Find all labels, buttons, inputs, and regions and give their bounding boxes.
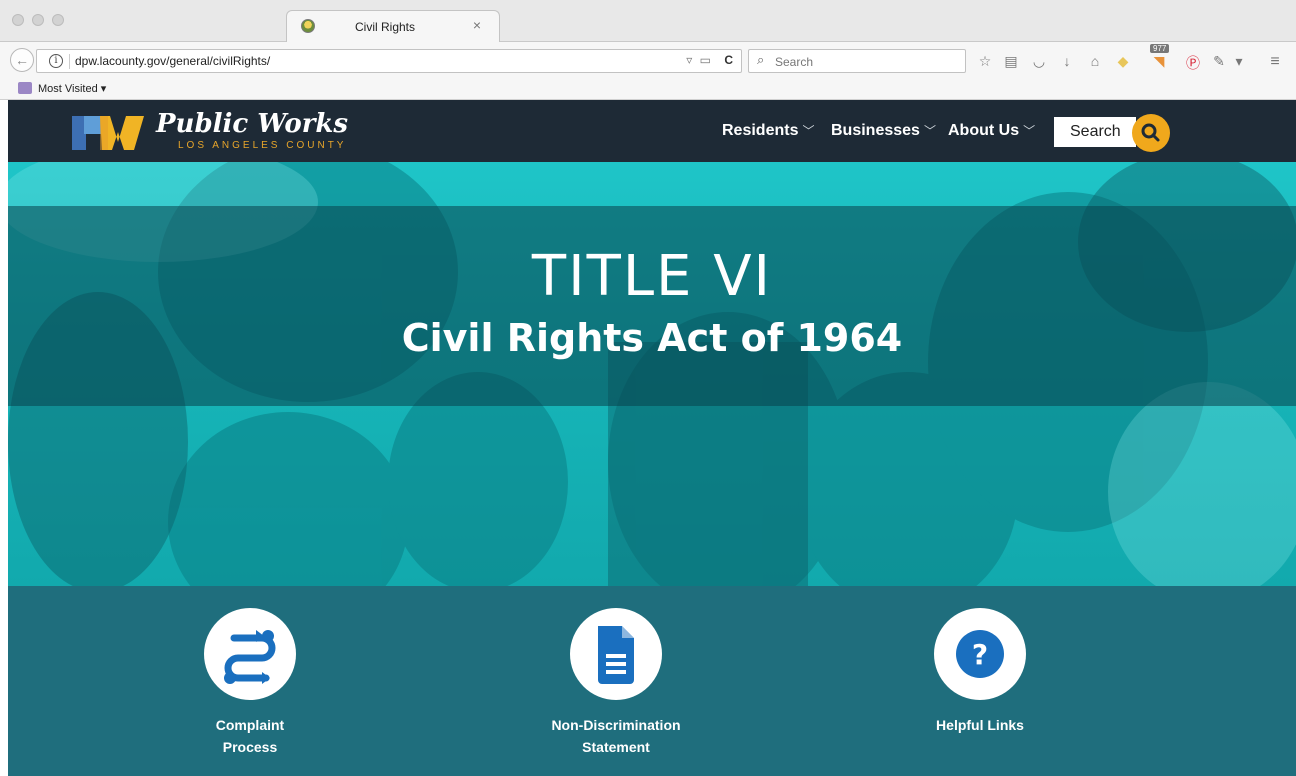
complaint-process-label[interactable]: Complaint Process xyxy=(150,714,350,758)
browser-navbar: ← i dpw.lacounty.gov/general/civilRights… xyxy=(0,42,1296,78)
close-window-button[interactable] xyxy=(12,14,24,26)
browser-tab[interactable]: Civil Rights × xyxy=(286,10,500,42)
nav-businesses-label: Businesses xyxy=(831,122,920,139)
url-tools: ▿ ▭ C xyxy=(686,53,733,67)
non-discrimination-label[interactable]: Non-Discrimination Statement xyxy=(516,714,716,758)
extension-menu-icon[interactable]: ✎ xyxy=(1210,53,1228,70)
document-icon xyxy=(598,626,634,684)
search-icon xyxy=(1141,123,1160,142)
bookmarks-toolbar: Most Visited ▾ xyxy=(0,78,1296,100)
downloads-icon[interactable]: ↓ xyxy=(1058,53,1076,69)
nav-about-us[interactable]: About Us ﹀ xyxy=(948,122,1035,140)
back-button[interactable]: ← xyxy=(10,48,34,72)
url-bar[interactable]: i dpw.lacounty.gov/general/civilRights/ … xyxy=(36,49,742,73)
complaint-process-circle[interactable] xyxy=(204,608,296,700)
nav-residents-label: Residents xyxy=(722,122,799,139)
site-header: Public Works LOS ANGELES COUNTY Resident… xyxy=(8,100,1296,162)
site-search-label: Search xyxy=(1070,123,1121,140)
favicon-icon xyxy=(301,19,315,33)
reader-view-icon[interactable]: ▭ xyxy=(700,53,711,67)
card-label-line1: Complaint xyxy=(215,717,285,733)
pinterest-icon[interactable]: Ⓟ xyxy=(1184,53,1202,73)
hamburger-menu-icon[interactable]: ≡ xyxy=(1266,53,1284,71)
logo-subtitle: LOS ANGELES COUNTY xyxy=(178,140,347,151)
helpful-links-circle[interactable]: ? xyxy=(934,608,1026,700)
complaint-process-card[interactable]: Complaint Process xyxy=(150,608,350,758)
info-icon[interactable]: i xyxy=(49,54,63,68)
rss-badge: 977 xyxy=(1150,44,1170,53)
search-icon: ⌕ xyxy=(757,52,765,67)
tab-close-icon[interactable]: × xyxy=(473,17,481,33)
bookmark-star-icon[interactable]: ☆ xyxy=(976,53,994,70)
extension-icon[interactable]: ◆ xyxy=(1114,53,1132,70)
nav-residents[interactable]: Residents ﹀ xyxy=(722,122,814,140)
logo-title: Public Works xyxy=(156,109,349,139)
public-works-logo-icon[interactable] xyxy=(72,112,148,152)
site-search-input[interactable]: Search xyxy=(1054,117,1136,147)
svg-text:?: ? xyxy=(972,638,988,671)
non-discrimination-circle[interactable] xyxy=(570,608,662,700)
minimize-window-button[interactable] xyxy=(32,14,44,26)
overflow-chevron-icon[interactable]: ▾ xyxy=(1230,53,1248,70)
site-search-button[interactable] xyxy=(1132,114,1170,152)
hero-banner: TITLE VI Civil Rights Act of 1964 xyxy=(8,162,1296,586)
bookmark-label: Most Visited xyxy=(38,83,98,95)
links-section: Complaint Process Non-Discrimination Sta… xyxy=(8,586,1296,776)
url-text: dpw.lacounty.gov/general/civilRights/ xyxy=(75,54,271,68)
hero-subtitle: Civil Rights Act of 1964 xyxy=(401,316,903,360)
hero-title: TITLE VI xyxy=(531,244,773,309)
question-icon: ? xyxy=(956,630,1004,678)
pocket-icon[interactable]: ◡ xyxy=(1030,53,1048,70)
home-icon[interactable]: ⌂ xyxy=(1086,53,1104,69)
zoom-window-button[interactable] xyxy=(52,14,64,26)
card-label-line2: Process xyxy=(222,739,278,755)
browser-titlebar: Civil Rights × xyxy=(0,0,1296,42)
url-separator xyxy=(69,54,70,69)
browser-search-field[interactable]: ⌕ Search xyxy=(748,49,966,73)
bookmark-most-visited[interactable]: Most Visited ▾ xyxy=(38,82,106,95)
card-label-line1: Helpful Links xyxy=(936,717,1024,733)
helpful-links-label[interactable]: Helpful Links xyxy=(880,714,1080,736)
search-placeholder: Search xyxy=(775,55,814,69)
card-label-line2: Statement xyxy=(582,739,650,755)
bookmarks-menu-icon[interactable]: ▤ xyxy=(1002,53,1020,70)
rss-icon[interactable]: ◥ xyxy=(1150,53,1168,70)
card-label-line1: Non-Discrimination xyxy=(551,717,681,733)
non-discrimination-card[interactable]: Non-Discrimination Statement xyxy=(516,608,716,758)
nav-businesses[interactable]: Businesses ﹀ xyxy=(831,122,936,140)
chevron-down-icon: ﹀ xyxy=(923,124,936,138)
reload-icon[interactable]: C xyxy=(724,53,733,67)
dropdown-history-icon[interactable]: ▿ xyxy=(686,53,692,67)
process-arrows-icon xyxy=(224,630,276,684)
tab-title: Civil Rights xyxy=(355,20,416,34)
helpful-links-card[interactable]: ? Helpful Links xyxy=(880,608,1080,736)
chevron-down-icon: ﹀ xyxy=(1023,124,1036,138)
nav-about-us-label: About Us xyxy=(948,122,1020,139)
folder-icon xyxy=(18,82,32,94)
chevron-down-icon: ﹀ xyxy=(802,124,815,138)
